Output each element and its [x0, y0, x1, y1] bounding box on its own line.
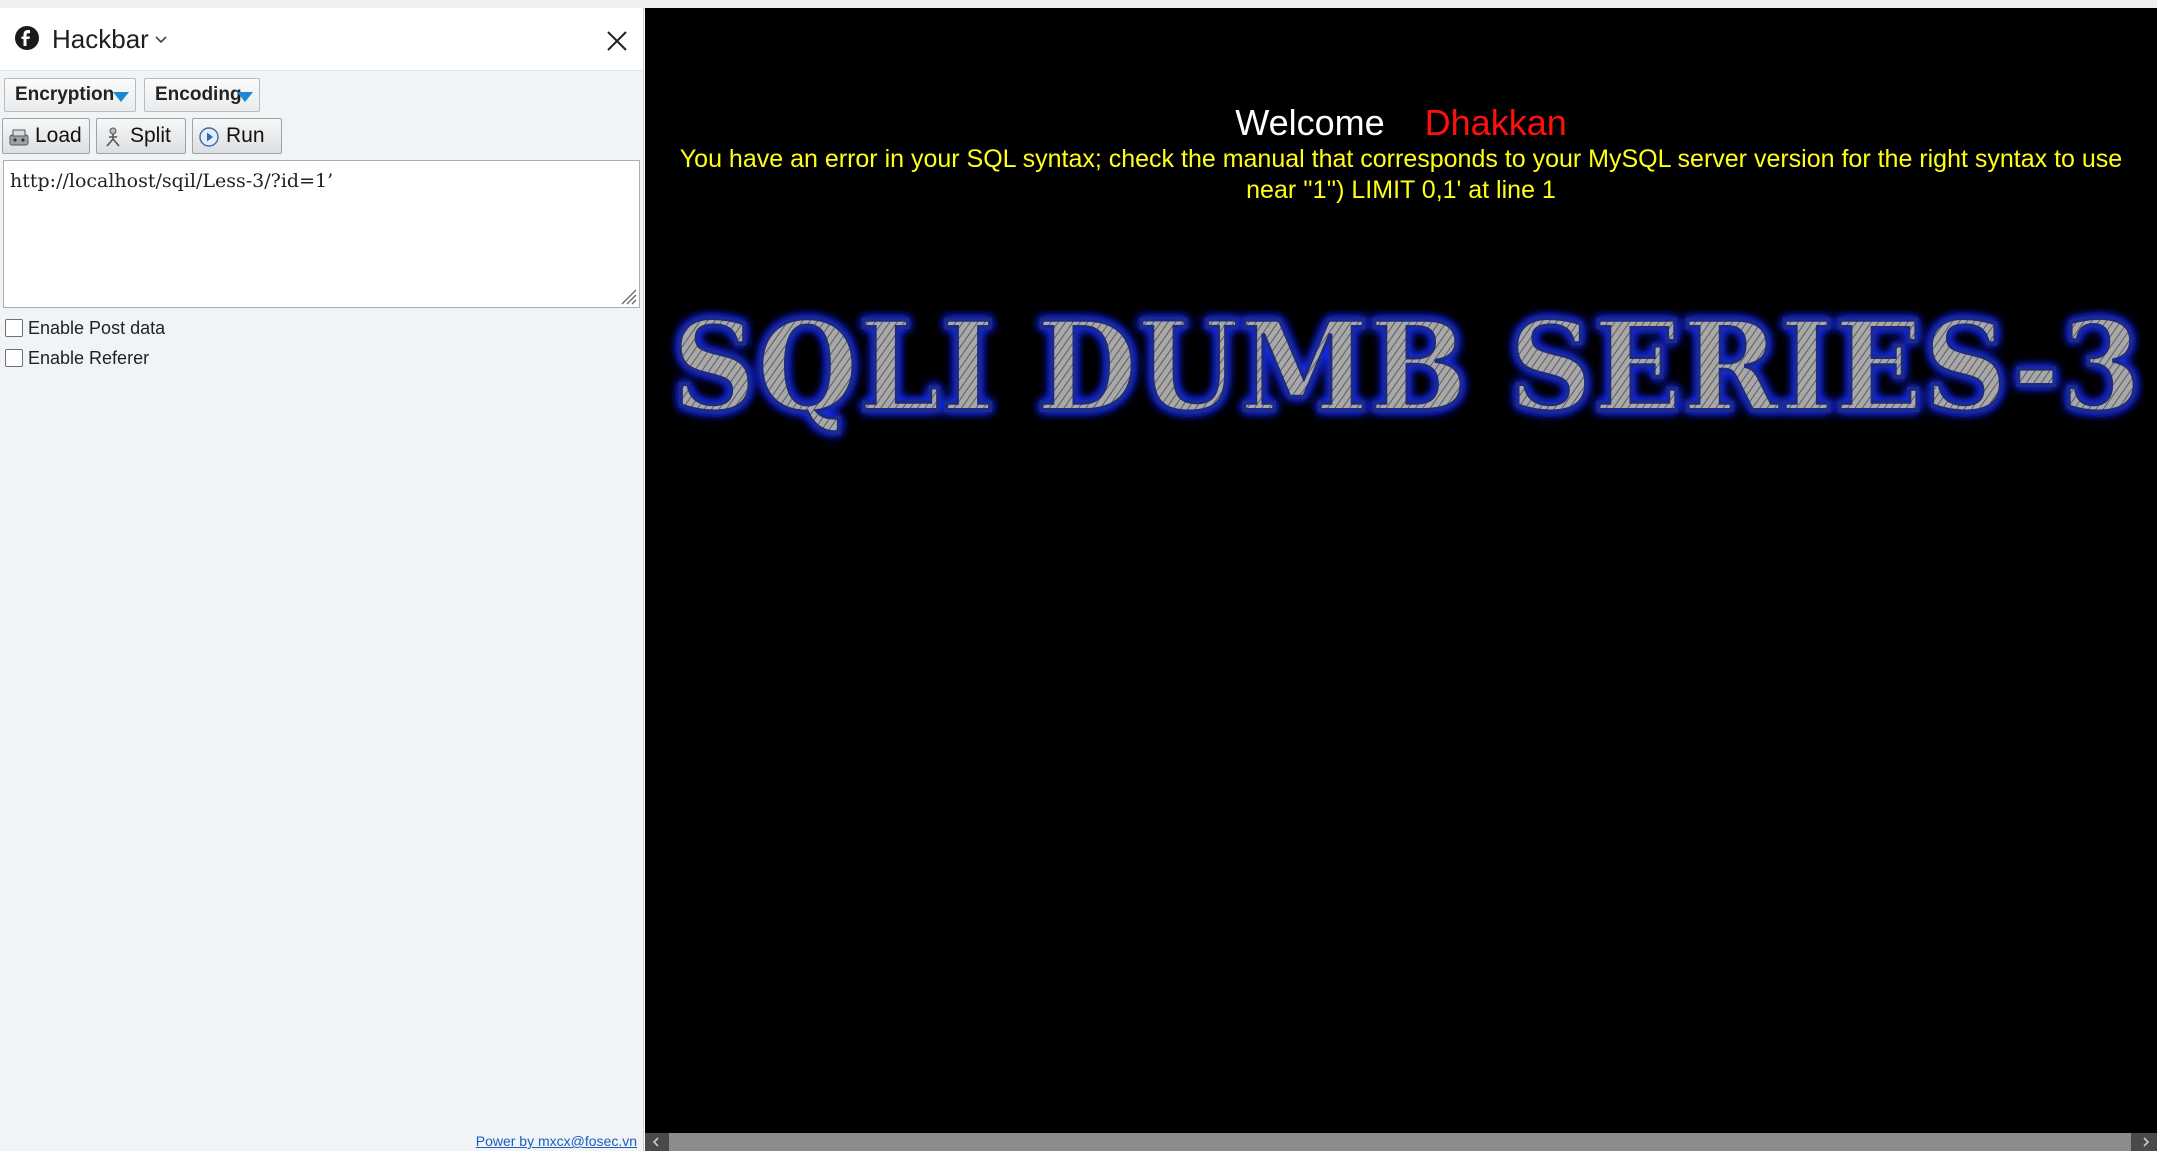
encoding-label: Encoding [155, 84, 242, 105]
resize-grip-icon[interactable] [617, 285, 637, 305]
encryption-label: Encryption [15, 84, 115, 105]
scroll-right-arrow-icon[interactable] [2139, 1135, 2153, 1149]
run-play-icon [199, 127, 219, 147]
page-content: Welcome Dhakkan You have an error in you… [645, 8, 2157, 1151]
encryption-dropdown[interactable]: Encryption [4, 78, 136, 112]
run-label: Run [226, 124, 265, 147]
split-button[interactable]: Split [96, 118, 186, 154]
hackbar-logo-icon [15, 26, 39, 50]
enable-post-label[interactable]: Enable Post data [28, 317, 165, 339]
sidebar-title[interactable]: Hackbar [52, 22, 149, 56]
username: Dhakkan [1424, 102, 1567, 143]
banner-text: SQLI DUMB SERIES-3 [672, 298, 2142, 440]
enable-referer-label[interactable]: Enable Referer [28, 347, 149, 369]
url-value: http://localhost/sqil/Less-3/?id=1’ [10, 170, 334, 192]
sidebar-header: Hackbar [0, 8, 643, 71]
load-label: Load [35, 124, 82, 147]
split-url-icon [106, 127, 120, 147]
enable-post-checkbox[interactable] [5, 319, 23, 337]
welcome-label: Welcome [1235, 102, 1385, 143]
close-icon[interactable] [604, 28, 630, 54]
welcome-line: Welcome Dhakkan [645, 100, 2157, 146]
enable-referer-checkbox[interactable] [5, 349, 23, 367]
powered-by-link[interactable]: Power by mxcx@fosec.vn [476, 1133, 637, 1149]
encoding-dropdown[interactable]: Encoding [144, 78, 260, 112]
sql-error-message: You have an error in your SQL syntax; ch… [679, 145, 2123, 204]
chevron-down-icon[interactable] [152, 30, 170, 48]
split-label: Split [130, 124, 171, 147]
dropdown-arrow-icon [237, 92, 253, 102]
load-url-icon [9, 129, 29, 146]
load-button[interactable]: Load [2, 118, 90, 154]
dropdown-arrow-icon [113, 92, 129, 102]
sqli-dumb-series-banner: SQLI DUMB SERIES-3 [670, 298, 2144, 442]
scrollbar-thumb[interactable] [669, 1133, 2131, 1151]
url-textarea[interactable]: http://localhost/sqil/Less-3/?id=1’ [3, 160, 640, 308]
hackbar-sidebar: Hackbar Encryption Encoding Load Split R… [0, 8, 644, 1151]
scroll-left-arrow-icon[interactable] [649, 1135, 663, 1149]
horizontal-scrollbar[interactable] [645, 1133, 2157, 1151]
run-button[interactable]: Run [192, 118, 282, 154]
